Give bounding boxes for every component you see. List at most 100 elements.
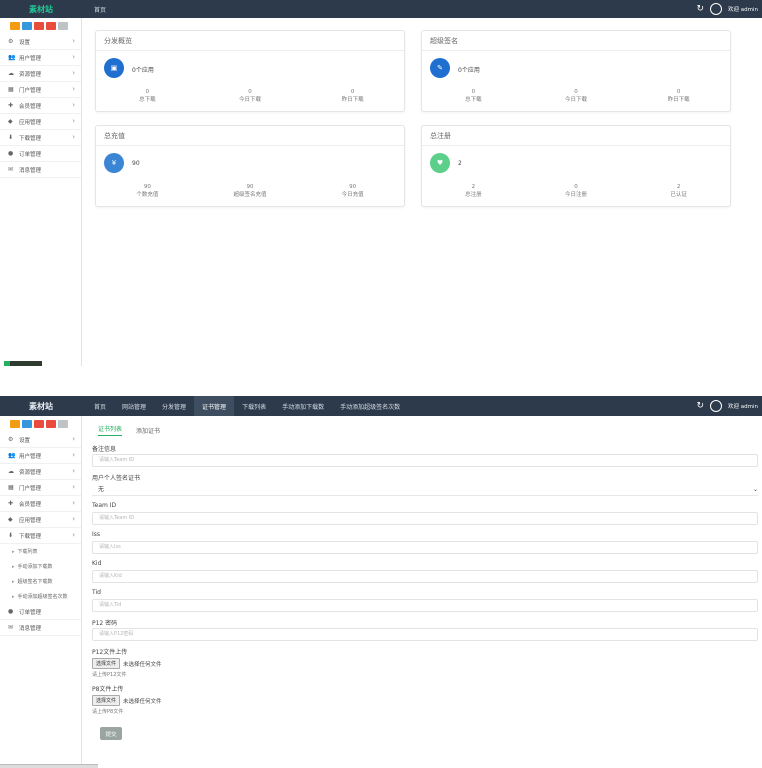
- corner-badge: [4, 361, 42, 366]
- p8-file-row: 选择文件 未选择任何文件: [92, 695, 758, 706]
- card-icon: ▣: [104, 58, 124, 78]
- submit-button[interactable]: 提交: [100, 727, 122, 740]
- shortcut-chip[interactable]: [22, 22, 32, 30]
- refresh-icon[interactable]: ↻: [696, 401, 704, 411]
- nav-item[interactable]: 分发管理: [154, 396, 194, 416]
- personal-cert-select[interactable]: 无 ⌄: [92, 483, 758, 496]
- card-stat: 0 今日下载: [525, 88, 628, 104]
- p12-upload-label: P12文件上传: [92, 649, 128, 656]
- sidebar: ⚙ 设置 › 👥 用户管理 › ☁ 资源管理 › ▦ 门户管理 › ✚ 会员管理 › ◆ 应用管理 › ⬇ 下载管理 ›…: [0, 416, 82, 768]
- sidebar-subitem[interactable]: 手动添加超级签名次数: [0, 589, 81, 604]
- kid-input[interactable]: 请输入Kid: [92, 570, 758, 583]
- user-avatar-icon[interactable]: [710, 3, 723, 15]
- card-stat: 0 昨日下载: [301, 88, 404, 104]
- shortcut-chip[interactable]: [34, 420, 44, 428]
- sidebar-item[interactable]: ✚ 会员管理 ›: [0, 496, 81, 512]
- personal-cert-value: 无: [98, 486, 105, 493]
- diamond-icon: ◆: [8, 516, 13, 523]
- sidebar-item[interactable]: 👥 用户管理 ›: [0, 448, 81, 464]
- sidebar-item-label: 资源管理: [19, 469, 42, 476]
- card-stat-number: 2: [676, 184, 681, 190]
- sidebar-item[interactable]: ✉ 消息管理: [0, 162, 81, 178]
- card-stat: 2 总注册: [422, 183, 525, 199]
- chevron-down-icon: ⌄: [752, 486, 758, 493]
- shortcut-chip[interactable]: [58, 22, 68, 30]
- user-welcome[interactable]: 欢迎 admin: [728, 402, 758, 410]
- sidebar-item[interactable]: ● 订单管理: [0, 146, 81, 162]
- nav-item[interactable]: 手动添加下载数: [274, 396, 332, 416]
- shortcut-chip[interactable]: [46, 420, 56, 428]
- diamond-icon: ◆: [8, 118, 13, 125]
- iss-input[interactable]: 请输入Iss: [92, 541, 758, 554]
- card-stat-number: 90: [143, 184, 151, 190]
- sidebar-item[interactable]: 👥 用户管理 ›: [0, 50, 81, 66]
- p8-choose-file-button[interactable]: 选择文件: [92, 695, 121, 706]
- topbar-right: ↻ 欢迎 admin: [696, 0, 758, 18]
- tab-certificate-list[interactable]: 证书列表: [98, 424, 123, 436]
- card-stat: 90 今日充值: [301, 183, 404, 199]
- shortcut-chip[interactable]: [10, 22, 20, 30]
- sidebar-item[interactable]: ☁ 资源管理 ›: [0, 66, 81, 82]
- tab-add-certificate[interactable]: 添加证书: [136, 426, 160, 435]
- user-welcome[interactable]: 欢迎 admin: [728, 5, 758, 13]
- sidebar-item[interactable]: ● 订单管理: [0, 604, 81, 620]
- shortcut-chip[interactable]: [34, 22, 44, 30]
- card-icon: ✎: [430, 58, 450, 78]
- remark-input[interactable]: 请输入Team ID: [92, 454, 758, 467]
- sidebar-subitem[interactable]: 超级签名下载数: [0, 574, 81, 589]
- sidebar-subitem[interactable]: 手动添加下载数: [0, 559, 81, 574]
- sidebar-item-label: 会员管理: [19, 103, 42, 110]
- sidebar-item[interactable]: ⬇ 下载管理 ›: [0, 130, 81, 146]
- p12-choose-file-button[interactable]: 选择文件: [92, 658, 121, 669]
- sidebar-item[interactable]: ◆ 应用管理 ›: [0, 114, 81, 130]
- p12-file-row: 选择文件 未选择任何文件: [92, 658, 758, 669]
- card-stat-label: 今日下载: [239, 97, 262, 103]
- p8-upload-label: P8文件上传: [92, 686, 124, 693]
- nav-item[interactable]: 首页: [86, 396, 114, 416]
- team-id-input[interactable]: 请输入Team ID: [92, 512, 758, 525]
- shortcut-chip[interactable]: [22, 420, 32, 428]
- sidebar-item[interactable]: ⬇ 下载管理 ›: [0, 528, 81, 544]
- chevron-right-icon: ›: [72, 53, 75, 61]
- nav-home[interactable]: 首页: [86, 0, 114, 18]
- chevron-right-icon: ›: [72, 435, 75, 443]
- user-avatar-icon[interactable]: [710, 400, 723, 412]
- card-title: 总注册: [422, 126, 730, 146]
- sidebar-item[interactable]: ⚙ 设置 ›: [0, 34, 81, 50]
- card-title: 分发概览: [96, 31, 404, 51]
- sidebar-item[interactable]: ✉ 消息管理: [0, 620, 81, 636]
- card-stats: 0 总下载 0 今日下载 0 昨日下载: [96, 88, 404, 104]
- card-stat-number: 90: [246, 184, 254, 190]
- card-stat-number: 0: [574, 89, 578, 95]
- topbar-right: ↻ 欢迎 admin: [696, 396, 758, 416]
- sidebar-item[interactable]: ✚ 会员管理 ›: [0, 98, 81, 114]
- card-stat-label: 今日下载: [565, 97, 588, 103]
- sidebar-item[interactable]: ☁ 资源管理 ›: [0, 464, 81, 480]
- card-stat-number: 0: [145, 89, 150, 95]
- sidebar-subitem[interactable]: 下载列表: [0, 544, 81, 559]
- sidebar-item[interactable]: ▦ 门户管理 ›: [0, 82, 81, 98]
- tid-input[interactable]: 请输入Tid: [92, 599, 758, 612]
- sidebar-item[interactable]: ◆ 应用管理 ›: [0, 512, 81, 528]
- stat-card: 总注册 ♥ 2 2 总注册 0 今日注册 2 已认证: [421, 125, 731, 207]
- nav-item[interactable]: 手动添加超级签名次数: [332, 396, 408, 416]
- nav-item[interactable]: 下载列表: [234, 396, 274, 416]
- card-main-value: 0个应用: [132, 67, 154, 74]
- brand-logo[interactable]: 素材站: [0, 0, 82, 18]
- shortcut-chip[interactable]: [46, 22, 56, 30]
- p12-password-input[interactable]: 请输入P12密码: [92, 628, 758, 641]
- nav-item[interactable]: 证书管理: [194, 396, 235, 416]
- card-stat: 90 超级签名充值: [199, 183, 302, 199]
- sidebar-item[interactable]: ▦ 门户管理 ›: [0, 480, 81, 496]
- brand-logo[interactable]: 素材站: [0, 396, 82, 416]
- sidebar-shortcut-chips: [0, 416, 81, 432]
- shortcut-chip[interactable]: [58, 420, 68, 428]
- refresh-icon[interactable]: ↻: [696, 4, 704, 14]
- sidebar-item-label: 资源管理: [19, 71, 42, 78]
- nav-item[interactable]: 网站管理: [114, 396, 154, 416]
- shortcut-chip[interactable]: [10, 420, 20, 428]
- gear-icon: ⚙: [8, 436, 14, 443]
- chevron-right-icon: ›: [72, 531, 75, 539]
- sidebar-item[interactable]: ⚙ 设置 ›: [0, 432, 81, 448]
- grid-icon: ▦: [8, 86, 14, 93]
